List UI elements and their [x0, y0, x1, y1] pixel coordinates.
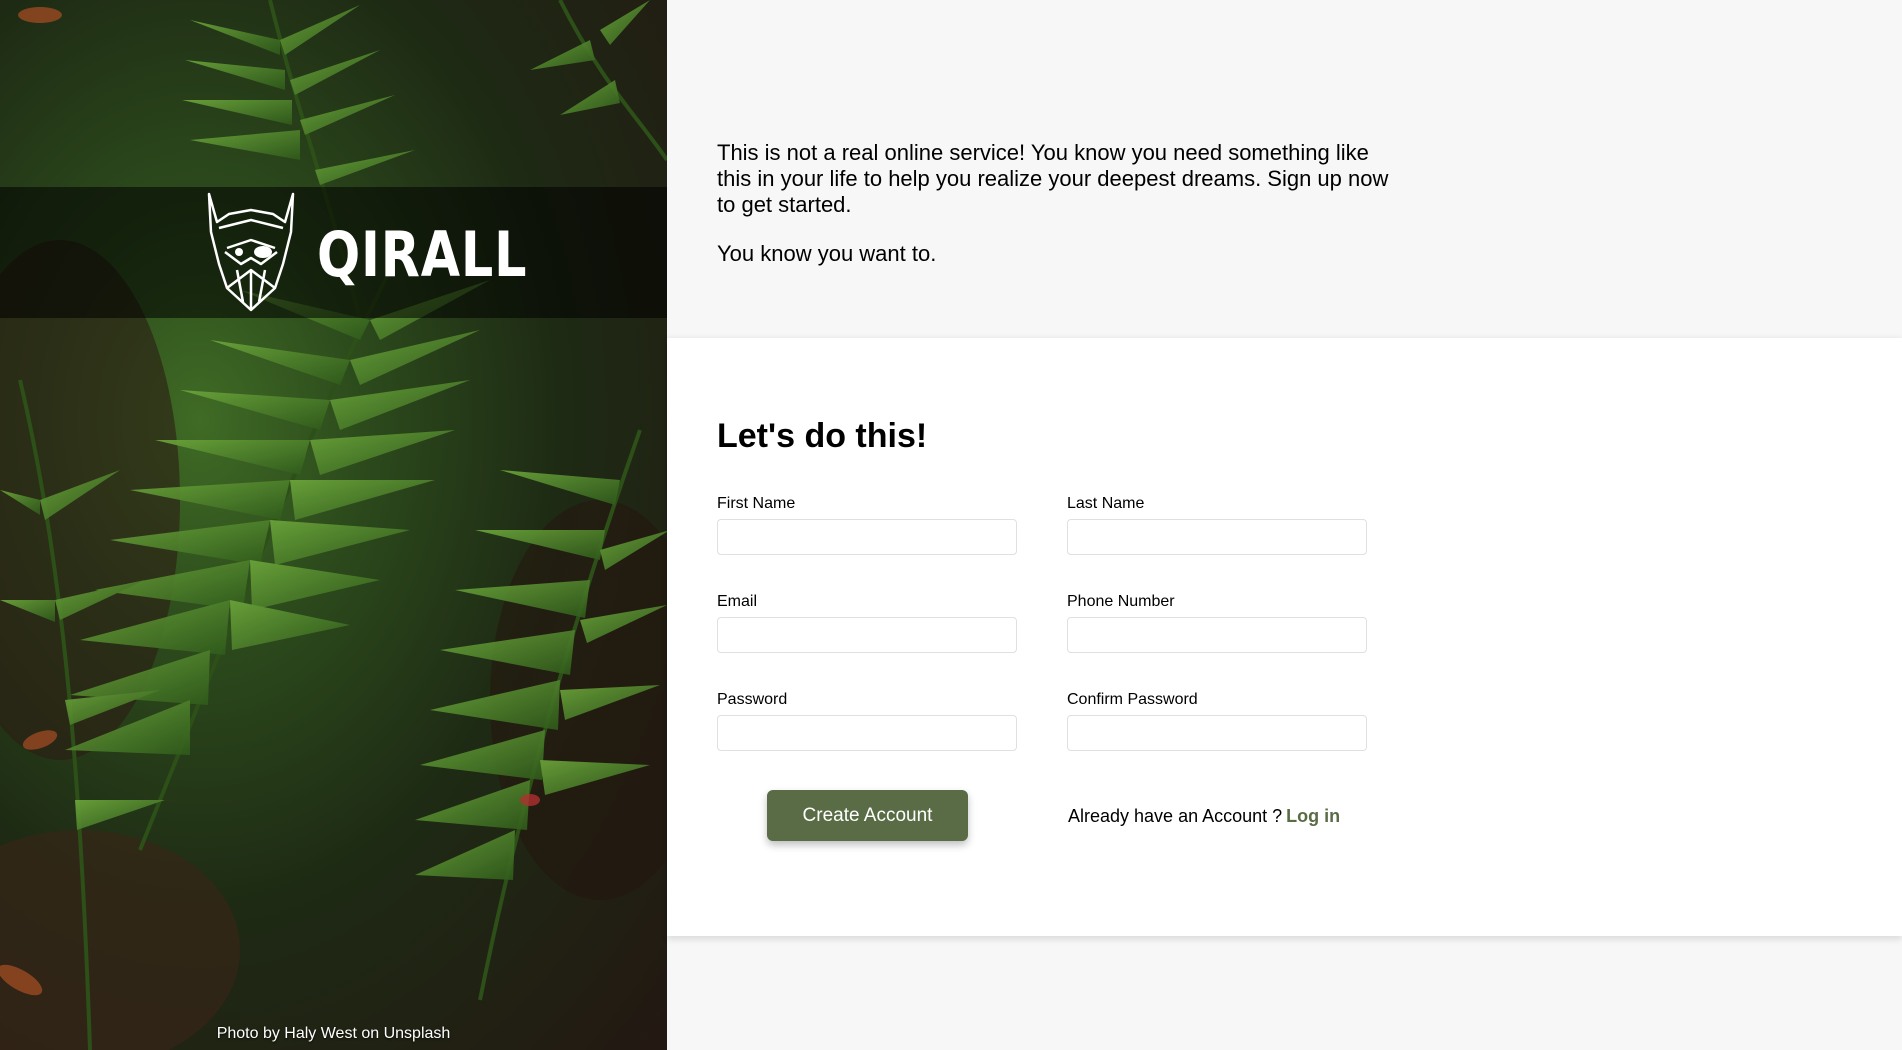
first-name-input[interactable]	[717, 519, 1017, 555]
last-name-field-group: Last Name	[1067, 495, 1367, 555]
photo-credit: Photo by Haly West on Unsplash	[216, 1025, 451, 1042]
create-account-button[interactable]: Create Account	[767, 790, 968, 841]
intro-tagline: You know you want to.	[717, 241, 937, 266]
email-field-group: Email	[717, 593, 1017, 653]
password-label: Password	[717, 691, 788, 708]
confirm-password-label: Confirm Password	[1067, 691, 1198, 708]
phone-field-group: Phone Number	[1067, 593, 1367, 653]
email-label: Email	[717, 593, 758, 610]
signup-form-card: Let's do this! First Name Last Name Emai…	[667, 338, 1902, 936]
login-prompt: Already have an Account ? Log in	[1068, 806, 1340, 827]
form-title: Let's do this!	[717, 417, 928, 455]
login-prompt-text: Already have an Account ?	[1068, 806, 1283, 826]
confirm-password-input[interactable]	[1067, 715, 1367, 751]
first-name-label: First Name	[717, 495, 796, 512]
email-input[interactable]	[717, 617, 1017, 653]
phone-label: Phone Number	[1067, 593, 1175, 610]
hero-image-panel: QIRALL Photo by Haly West on Unsplash	[0, 0, 667, 1050]
phone-input[interactable]	[1067, 617, 1367, 653]
brand-logo: QIRALL	[205, 192, 574, 317]
password-field-group: Password	[717, 691, 1017, 751]
password-input[interactable]	[717, 715, 1017, 751]
intro-paragraph: This is not a real online service! You k…	[717, 140, 1389, 217]
intro-section: This is not a real online service! You k…	[717, 140, 1397, 290]
brand-name: QIRALL	[317, 218, 528, 291]
first-name-field-group: First Name	[717, 495, 1017, 555]
confirm-password-field-group: Confirm Password	[1067, 691, 1367, 751]
login-link[interactable]: Log in	[1286, 806, 1340, 826]
last-name-label: Last Name	[1067, 495, 1145, 512]
fern-background-image	[0, 0, 667, 1050]
last-name-input[interactable]	[1067, 519, 1367, 555]
viking-helmet-icon	[205, 192, 297, 317]
